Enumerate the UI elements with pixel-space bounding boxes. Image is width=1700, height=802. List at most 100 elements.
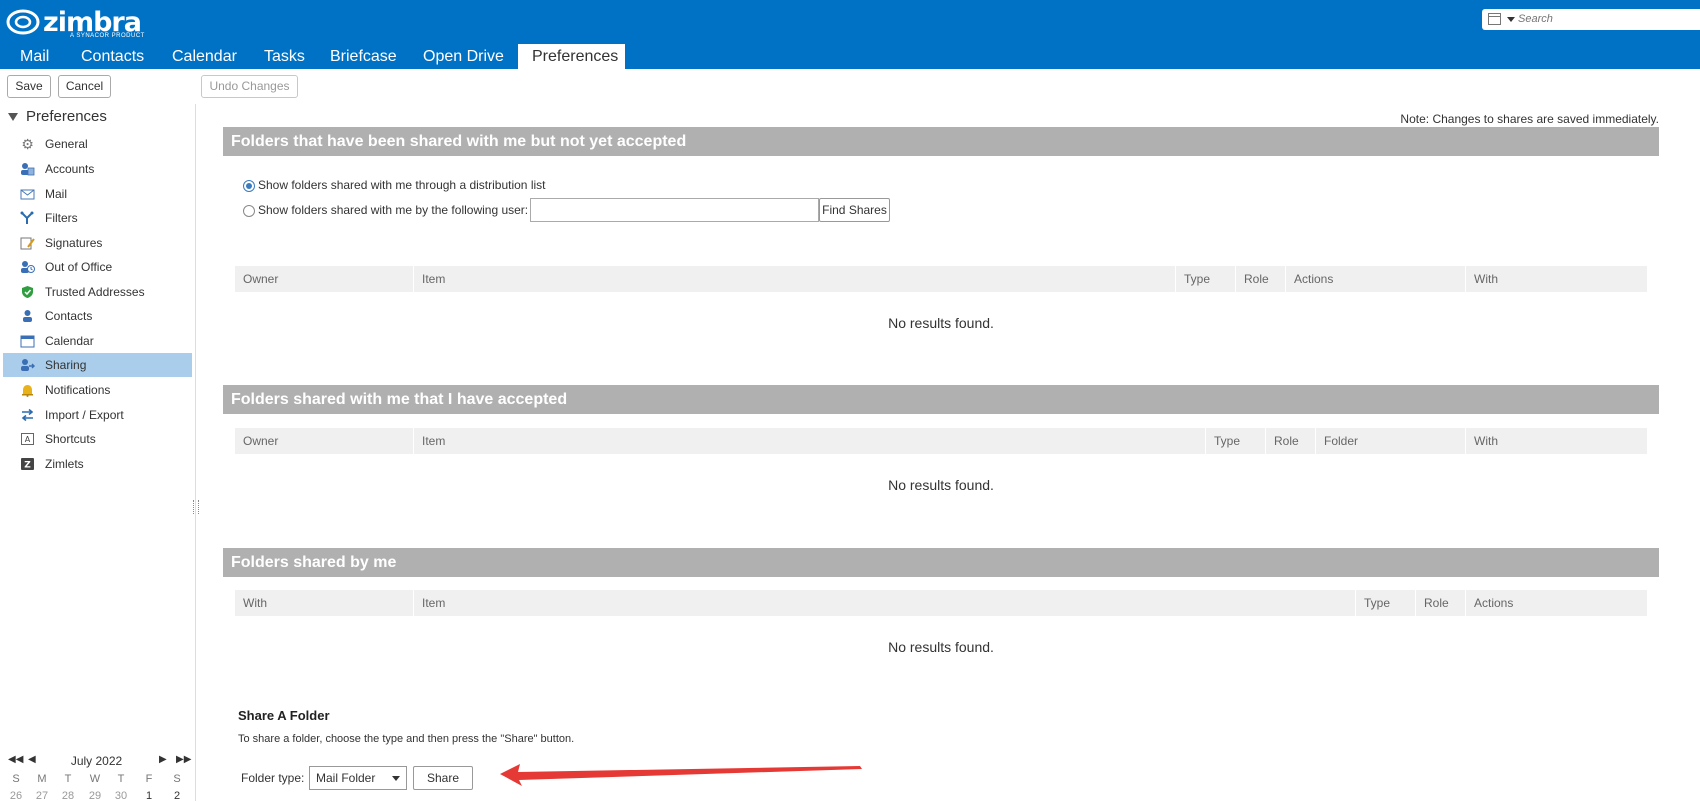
- tab-contacts[interactable]: Contacts: [67, 44, 158, 69]
- column-actions[interactable]: Actions: [1285, 266, 1465, 292]
- sharing-icon: [20, 358, 35, 372]
- radio-by-user-row[interactable]: Show folders shared with me by the follo…: [243, 201, 528, 219]
- tab-mail[interactable]: Mail: [6, 44, 63, 69]
- sidebar-item-out-of-office[interactable]: Out of Office: [3, 255, 192, 279]
- save-button[interactable]: Save: [7, 75, 51, 98]
- sidebar-item-shortcuts[interactable]: A Shortcuts: [3, 427, 192, 451]
- search-box[interactable]: [1482, 9, 1700, 30]
- svg-text:Z: Z: [24, 461, 31, 471]
- calendar-icon: [20, 334, 35, 348]
- sidebar-item-label: Calendar: [45, 334, 94, 348]
- column-with[interactable]: With: [1465, 266, 1647, 292]
- column-role[interactable]: Role: [1265, 428, 1315, 454]
- section-pending-shares-title: Folders that have been shared with me bu…: [223, 127, 1659, 156]
- accepted-empty-message: No results found.: [888, 477, 994, 493]
- gear-icon: ⚙: [21, 136, 34, 152]
- sidebar-item-contacts[interactable]: Contacts: [3, 304, 192, 328]
- radio-distribution-list[interactable]: [243, 179, 255, 192]
- calendar-date[interactable]: 2: [166, 790, 188, 802]
- zimbra-logo-icon: [6, 9, 40, 35]
- next-year-icon[interactable]: ▶▶: [176, 754, 191, 765]
- column-item[interactable]: Item: [413, 266, 1175, 292]
- sidebar-item-label: Signatures: [45, 236, 103, 250]
- sidebar-item-label: Notifications: [45, 383, 111, 397]
- column-item[interactable]: Item: [413, 428, 1205, 454]
- sidebar-item-import-export[interactable]: Import / Export: [3, 403, 192, 427]
- sidebar-item-label: Accounts: [45, 162, 95, 176]
- search-scope-icon[interactable]: [1488, 13, 1501, 25]
- mini-calendar: ◀◀ ◀ July 2022 ▶ ▶▶ S M T W T F S 26 27 …: [0, 752, 193, 802]
- folder-type-value: Mail Folder: [316, 771, 376, 785]
- sidebar-item-label: Out of Office: [45, 260, 113, 274]
- tab-tasks[interactable]: Tasks: [250, 44, 319, 69]
- column-type[interactable]: Type: [1355, 590, 1415, 616]
- accounts-icon: [20, 162, 35, 176]
- weekday-label: S: [173, 773, 181, 785]
- sidebar-resize-handle[interactable]: [193, 500, 199, 514]
- sidebar-item-filters[interactable]: Filters: [3, 206, 192, 230]
- calendar-date[interactable]: 30: [110, 790, 132, 802]
- column-type[interactable]: Type: [1205, 428, 1265, 454]
- sidebar-divider: [195, 104, 196, 801]
- sidebar-item-accounts[interactable]: Accounts: [3, 157, 192, 181]
- column-role[interactable]: Role: [1415, 590, 1465, 616]
- cancel-button[interactable]: Cancel: [58, 75, 111, 98]
- search-input[interactable]: [1518, 11, 1688, 27]
- chevron-down-icon[interactable]: [392, 776, 400, 781]
- sidebar-item-general[interactable]: ⚙ General: [3, 132, 192, 156]
- svg-text:A: A: [25, 435, 31, 444]
- radio-distribution-list-row[interactable]: Show folders shared with me through a di…: [243, 176, 545, 194]
- next-month-icon[interactable]: ▶: [159, 754, 167, 765]
- undo-changes-button[interactable]: Undo Changes: [201, 75, 298, 98]
- calendar-date[interactable]: 29: [84, 790, 106, 802]
- sidebar-item-sharing[interactable]: Sharing: [3, 353, 192, 377]
- sidebar-item-calendar[interactable]: Calendar: [3, 329, 192, 353]
- share-button[interactable]: Share: [413, 766, 473, 790]
- envelope-icon: [20, 187, 35, 201]
- column-actions[interactable]: Actions: [1465, 590, 1647, 616]
- sidebar-item-label: Zimlets: [45, 457, 84, 471]
- red-arrow-annotation: [500, 764, 862, 786]
- column-with[interactable]: With: [235, 590, 413, 616]
- column-folder[interactable]: Folder: [1315, 428, 1465, 454]
- sidebar-item-notifications[interactable]: Notifications: [3, 378, 192, 402]
- column-owner[interactable]: Owner: [235, 428, 413, 454]
- column-with[interactable]: With: [1465, 428, 1647, 454]
- column-item[interactable]: Item: [413, 590, 1355, 616]
- calendar-date[interactable]: 28: [57, 790, 79, 802]
- column-owner[interactable]: Owner: [235, 266, 413, 292]
- pending-table-header: Owner Item Type Role Actions With: [235, 266, 1647, 292]
- column-role[interactable]: Role: [1235, 266, 1285, 292]
- calendar-date[interactable]: 27: [31, 790, 53, 802]
- radio-by-user[interactable]: [243, 204, 255, 217]
- accepted-table-header: Owner Item Type Role Folder With: [235, 428, 1647, 454]
- radio-by-user-label[interactable]: Show folders shared with me by the follo…: [258, 203, 528, 217]
- sidebar-item-label: General: [45, 137, 88, 151]
- column-type[interactable]: Type: [1175, 266, 1235, 292]
- sidebar-title-label: Preferences: [26, 108, 107, 125]
- weekday-label: F: [145, 773, 153, 785]
- find-shares-button[interactable]: Find Shares: [819, 198, 890, 222]
- sidebar-item-signatures[interactable]: Signatures: [3, 231, 192, 255]
- import-export-icon: [20, 408, 35, 422]
- chevron-down-icon[interactable]: [1507, 17, 1515, 22]
- calendar-date[interactable]: 26: [5, 790, 27, 802]
- sidebar-item-zimlets[interactable]: Z Zimlets: [3, 452, 192, 476]
- folder-type-select[interactable]: Mail Folder: [309, 766, 407, 790]
- tab-calendar[interactable]: Calendar: [158, 44, 251, 69]
- shield-icon: [20, 285, 35, 299]
- sidebar-item-label: Trusted Addresses: [45, 285, 145, 299]
- collapse-triangle-icon[interactable]: [8, 113, 18, 122]
- sidebar-item-label: Import / Export: [45, 408, 124, 422]
- radio-distribution-list-label[interactable]: Show folders shared with me through a di…: [258, 178, 545, 192]
- zimlet-icon: Z: [20, 457, 35, 471]
- sidebar-item-mail[interactable]: Mail: [3, 182, 192, 206]
- share-owner-input[interactable]: [530, 198, 819, 222]
- tab-briefcase[interactable]: Briefcase: [316, 44, 411, 69]
- sidebar-item-trusted-addresses[interactable]: Trusted Addresses: [3, 280, 192, 304]
- weekday-label: S: [12, 773, 20, 785]
- tab-preferences[interactable]: Preferences: [518, 44, 625, 69]
- calendar-date[interactable]: 1: [138, 790, 160, 802]
- tab-open-drive[interactable]: Open Drive: [409, 44, 518, 69]
- sidebar-title[interactable]: Preferences: [8, 108, 107, 125]
